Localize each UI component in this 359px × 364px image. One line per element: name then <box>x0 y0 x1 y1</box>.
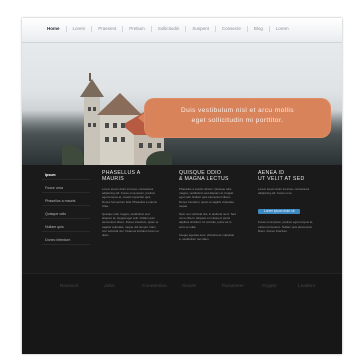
nav-item-lorem[interactable]: Lorem <box>276 25 289 33</box>
nav-separator <box>150 26 152 32</box>
column-3-paragraph-1: Lorem ipsum dolor sit amet, consectetur … <box>258 187 310 196</box>
sidebar-item-phasellus-a-mauris[interactable]: Phasellus a mauris <box>42 197 90 206</box>
nav-separator <box>268 26 270 32</box>
column-1-title: PHASELLUS A MAURIS <box>102 170 160 182</box>
column-2-title: QUISQUE ODIO & MAGNA LECTUS <box>179 170 237 182</box>
nav-separator <box>246 26 248 32</box>
nav-item-sollicitudin[interactable]: Sollicitudin <box>158 25 180 33</box>
column-quisque: QUISQUE ODIO & MAGNA LECTUS Phasellus a … <box>179 170 237 245</box>
hero-callout-line-1: Duis vestibulum nisl et arcu mollis <box>181 107 294 114</box>
partner-logo-connection[interactable]: Connection <box>142 283 167 288</box>
top-navigation: Home Lorem Praesent Pretium Sollicitudin Susp… <box>22 18 342 43</box>
column-phasellus: PHASELLUS A MAURIS Lorem ipsum dolor sit… <box>102 170 160 241</box>
sidebar-item-donec-interdum[interactable]: Donec interdum <box>42 236 90 245</box>
nav-item-pretium[interactable]: Pretium <box>129 25 145 33</box>
partner-logo-parameter[interactable]: Parameter <box>222 283 244 288</box>
column-2-paragraph-2: Nam non vehicula nisi, in eleifend nunc.… <box>179 212 236 229</box>
read-more-button[interactable]: Lorem ipsum dolor sit <box>258 209 301 215</box>
column-3-paragraph-2: Fusce urna ipsum, pretium eget tempus at… <box>258 220 313 233</box>
sidebar-item-fusce-urna[interactable]: Fusce urna <box>42 184 90 193</box>
nav-separator <box>91 26 93 32</box>
nav-separator <box>122 26 124 32</box>
nav-items: Home Lorem Praesent Pretium Sollicitudin Susp… <box>47 25 289 33</box>
column-2-paragraph-3: Integer egestas eros, pharetra ac vulput… <box>179 232 235 242</box>
sidebar-menu: Ipsum Fusce urna Phasellus a mauris Quisque… <box>42 171 90 249</box>
footer-area <box>22 298 342 354</box>
partner-logos: Reseach Jobs Connection Oracle Parameter Cryp… <box>22 273 342 298</box>
hero-callout-line-2: eget sollicitudin mi porttitor. <box>191 117 284 124</box>
column-1-paragraph-2: Quisque odio magna, vestibulum sed aliqu… <box>102 212 159 238</box>
nav-item-home[interactable]: Home <box>47 25 60 33</box>
partner-logo-leaders[interactable]: Leaders <box>298 283 315 288</box>
hero-callout: Duis vestibulum nisl et arcu mollis eget… <box>138 98 331 138</box>
nav-item-blog[interactable]: Blog <box>254 25 263 33</box>
partner-logo-oracle[interactable]: Oracle <box>182 283 196 288</box>
hero-banner: Duis vestibulum nisl et arcu mollis eget… <box>22 43 342 165</box>
column-3-title-line-2: UT VELIT AT SED <box>258 176 305 182</box>
column-1-title-line-2: MAURIS <box>102 176 124 182</box>
column-2-title-line-2: & MAGNA LECTUS <box>179 176 229 182</box>
column-2-paragraph-1: Phasellus a mauris dictum. Quisque odio … <box>179 187 235 208</box>
column-3-title: AENEA ID UT VELIT AT SED <box>258 170 316 182</box>
nav-item-suspent[interactable]: Suspent <box>192 25 209 33</box>
nav-separator <box>185 26 187 32</box>
website-frame: Home Lorem Praesent Pretium Sollicitudin Susp… <box>22 18 342 354</box>
column-1-paragraph-1: Lorem ipsum dolor sit amet, consectetur … <box>102 187 157 208</box>
column-aenea: AENEA ID UT VELIT AT SED Lorem ipsum dol… <box>258 170 316 237</box>
partner-logo-reseach[interactable]: Reseach <box>60 283 79 288</box>
partner-logo-jobs[interactable]: Jobs <box>104 283 115 288</box>
nav-item-lorem[interactable]: Lorem <box>73 25 86 33</box>
nav-separator <box>214 26 216 32</box>
nav-separator <box>65 26 67 32</box>
sidebar-item-quisque-odio[interactable]: Quisque odio <box>42 210 90 219</box>
sidebar-item-ipsum[interactable]: Ipsum <box>42 171 90 180</box>
nav-item-consecte[interactable]: Consecte <box>222 25 241 33</box>
sidebar-item-nullam-quis[interactable]: Nullam quis <box>42 223 90 232</box>
content-area: Ipsum Fusce urna Phasellus a mauris Quisque… <box>22 165 342 273</box>
partner-logo-crypto[interactable]: Crypto <box>262 283 277 288</box>
nav-item-praesent[interactable]: Praesent <box>98 25 116 33</box>
